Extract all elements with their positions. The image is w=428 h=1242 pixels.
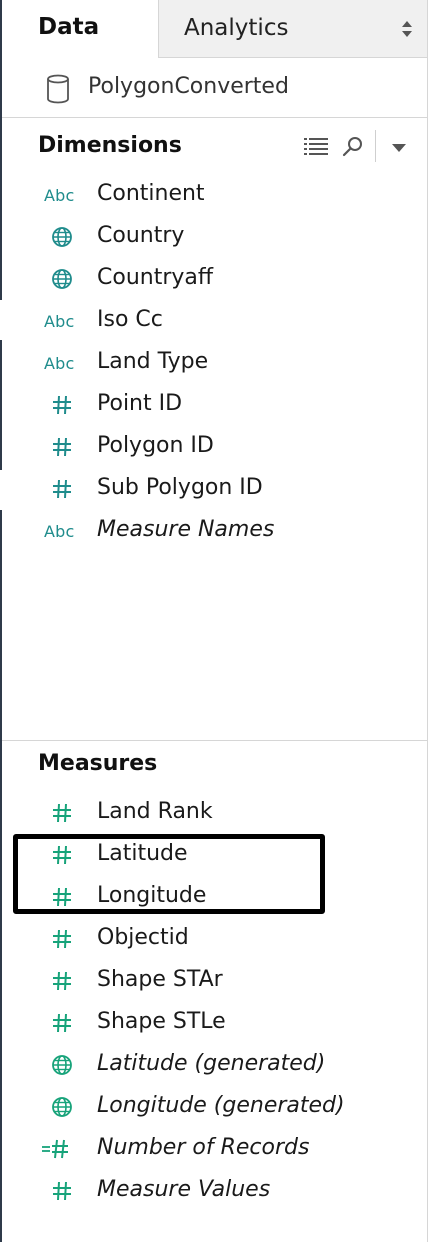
search-icon[interactable] [342,136,364,158]
field-measure-names[interactable]: Abc Measure Names [2,511,427,551]
number-hash-icon [42,1179,82,1203]
calculated-number-icon [38,1137,78,1161]
dimensions-header: Dimensions [38,133,182,158]
string-type-icon: Abc [44,521,75,541]
field-number-of-records[interactable]: Number of Records [2,1129,427,1169]
globe-icon [42,267,82,291]
number-hash-icon [42,1011,82,1035]
toolbar-separator [375,130,376,162]
field-shape-star[interactable]: Shape STAr [2,961,427,1001]
field-label: Land Type [97,349,209,374]
field-iso-cc[interactable]: Abc Iso Cc [2,301,427,341]
field-label: Number of Records [97,1135,310,1160]
string-type-icon: Abc [44,185,75,205]
field-country[interactable]: Country [2,217,427,257]
number-hash-icon [42,969,82,993]
dimensions-toolbar [300,130,427,164]
field-label: Objectid [97,925,189,950]
string-type-icon: Abc [44,353,75,373]
field-label: Continent [97,181,205,206]
field-longitude-generated[interactable]: Longitude (generated) [2,1087,427,1127]
number-hash-icon [42,393,82,417]
datasource-name: PolygonConverted [88,74,289,99]
field-land-rank[interactable]: Land Rank [2,793,427,833]
field-label: Iso Cc [97,307,163,332]
field-label: Countryaff [97,265,214,290]
field-label: Polygon ID [97,433,214,458]
field-label: Measure Names [97,517,275,542]
field-label: Land Rank [97,799,213,824]
globe-icon [42,225,82,249]
number-hash-icon [42,435,82,459]
field-label: Sub Polygon ID [97,475,263,500]
tab-data[interactable]: Data [2,0,159,58]
tab-analytics-label: Analytics [184,15,289,41]
field-polygon-id[interactable]: Polygon ID [2,427,427,467]
string-type-icon: Abc [44,311,75,331]
field-label: Shape STAr [97,967,223,992]
field-label: Shape STLe [97,1009,226,1034]
field-sub-polygon-id[interactable]: Sub Polygon ID [2,469,427,509]
field-countryaff[interactable]: Countryaff [2,259,427,299]
chevron-down-icon[interactable] [391,142,407,154]
field-label: Latitude (generated) [97,1051,326,1076]
field-measure-values[interactable]: Measure Values [2,1171,427,1211]
database-icon [47,74,69,104]
field-land-type[interactable]: Abc Land Type [2,343,427,383]
annotation-highlight-box [13,834,325,914]
globe-icon [42,1095,82,1119]
field-shape-stle[interactable]: Shape STLe [2,1003,427,1043]
field-latitude-generated[interactable]: Latitude (generated) [2,1045,427,1085]
pane-tabs: Data Analytics [2,0,427,58]
datasource-row[interactable]: PolygonConverted [2,58,427,118]
section-divider [2,740,427,741]
field-point-id[interactable]: Point ID [2,385,427,425]
measures-header: Measures [38,751,158,776]
view-list-icon[interactable] [304,137,328,157]
field-label: Point ID [97,391,183,416]
field-continent[interactable]: Abc Continent [2,175,427,215]
tab-analytics[interactable]: Analytics [159,0,427,58]
tab-data-label: Data [38,14,100,40]
up-down-chevron-icon [402,21,412,37]
field-label: Country [97,223,185,248]
field-objectid[interactable]: Objectid [2,919,427,959]
field-label: Measure Values [97,1177,271,1202]
number-hash-icon [42,477,82,501]
field-label: Longitude (generated) [97,1093,345,1118]
globe-icon [42,1053,82,1077]
number-hash-icon [42,927,82,951]
number-hash-icon [42,801,82,825]
